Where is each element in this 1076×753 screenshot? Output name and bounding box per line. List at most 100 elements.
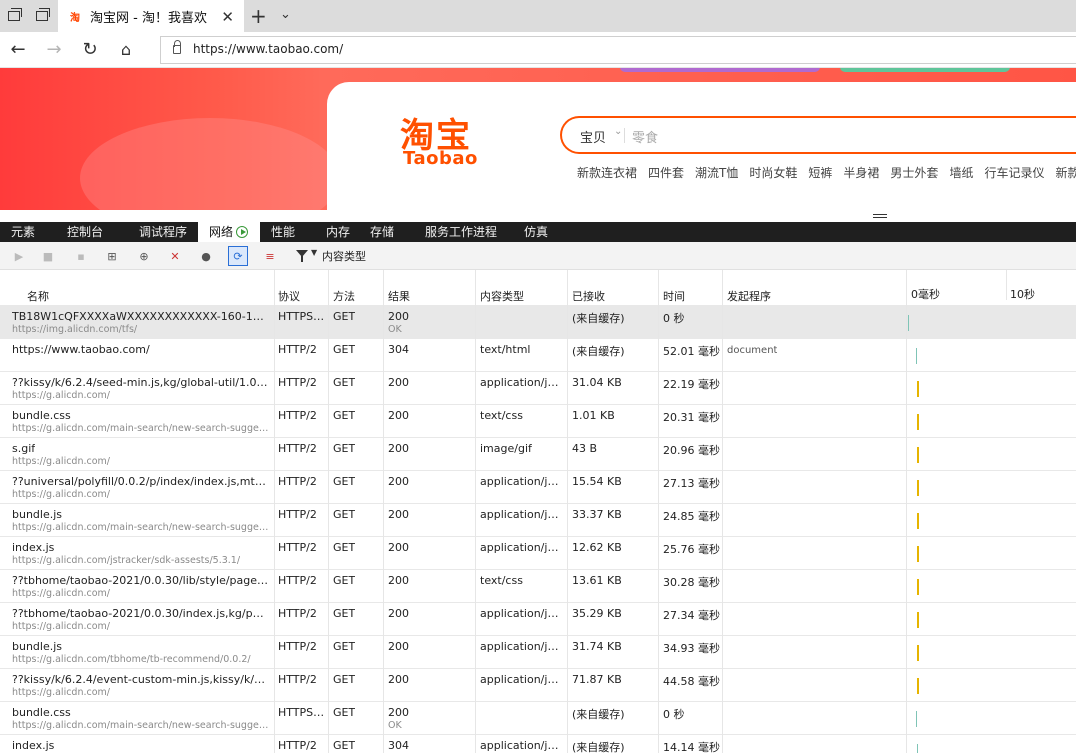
cell-content-type: text/html [480,343,531,356]
table-row[interactable]: ??kissy/k/6.2.4/seed-min.js,kg/global-ut… [0,371,1076,404]
cell-time: 52.01 毫秒 [663,345,720,358]
devtools-tab[interactable]: 性能 [260,222,315,242]
forward-icon[interactable]: → [42,38,66,62]
cell-received: 31.74 KB [572,640,622,653]
table-row[interactable]: ??universal/polyfill/0.0.2/p/index/index… [0,470,1076,503]
hotword-link[interactable]: 半身裙 [843,164,879,181]
cell-status: 200 [388,310,409,323]
devtools-tab[interactable]: 存储 [359,222,414,242]
col-initiator[interactable]: 发起程序 [727,288,771,304]
col-content-type[interactable]: 内容类型 [480,288,524,304]
address-bar[interactable]: https://www.taobao.com/ [160,36,1076,64]
stop-icon[interactable]: ■ [40,248,56,264]
table-row[interactable]: bundle.js HTTP/2 GET 200 application/java...… [0,635,1076,668]
cell-protocol: HTTP/2 [278,739,317,752]
filter-chevron-down-icon[interactable]: ▼ [311,248,317,257]
taobao-logo-en[interactable]: Taobao [403,148,478,169]
hotword-link[interactable]: 行车记录仪 [984,164,1044,181]
cell-method: GET [333,673,356,686]
search-box[interactable]: 宝贝 ⌄ 零食 [560,116,1076,154]
tab-actions-icon[interactable] [2,4,26,28]
devtools-tab[interactable]: 调试程序 [128,222,198,242]
cell-time: 30.28 毫秒 [663,576,720,589]
back-icon[interactable]: ← [6,38,30,62]
table-row[interactable]: ??tbhome/taobao-2021/0.0.30/index.js,kg/… [0,602,1076,635]
new-tab-icon[interactable]: + [250,4,267,28]
table-row[interactable]: index.js HTTP/2 GET 200 application/java... 1… [0,536,1076,569]
drag-handle-icon[interactable] [873,214,887,218]
devtools-tab[interactable]: 元素 [0,222,56,242]
cell-status: 200 [388,541,409,554]
devtools-tab[interactable]: 服务工作进程 [414,222,513,242]
clear-on-navigate-icon[interactable]: ≡ [262,248,278,264]
tab-restore-icon[interactable] [30,4,54,28]
cell-protocol: HTTPS/... [278,310,326,323]
cell-content-type: application/java... [480,673,564,686]
hotword-link[interactable]: 男士外套 [890,164,938,181]
cell-status: 200 [388,409,409,422]
col-protocol[interactable]: 协议 [278,288,300,304]
devtools-tab[interactable]: 仿真 [513,222,573,242]
search-input[interactable]: 零食 [632,127,658,146]
table-row[interactable]: bundle.css HTTP/2 GET 200 text/css 1.01 KB 20.… [0,404,1076,437]
col-time[interactable]: 时间 [663,288,685,304]
devtools-tab[interactable]: 网络 [198,222,260,242]
clear-entries-icon[interactable]: ✕ [167,248,183,264]
table-row[interactable]: ??kissy/k/6.2.4/event-custom-min.js,kiss… [0,668,1076,701]
cell-name: https://www.taobao.com/ [12,343,150,356]
cell-status: 200 [388,574,409,587]
save-icon[interactable]: ▪ [73,248,89,264]
clear-cache-icon[interactable]: ● [198,248,214,264]
col-name[interactable]: 名称 [27,288,49,304]
tab-close-icon[interactable]: ✕ [221,8,234,26]
hotword-link[interactable]: 新款男鞋 [1055,164,1076,181]
play-icon[interactable]: ▶ [11,248,27,264]
refresh-icon[interactable]: ↻ [78,38,102,62]
hotword-link[interactable]: 墙纸 [949,164,973,181]
cell-received: (来自缓存) [572,741,625,753]
cell-content-type: application/java... [480,640,564,653]
table-row[interactable]: https://www.taobao.com/HTTP/2 GET 304 text/… [0,338,1076,371]
col-waterfall-10[interactable]: 10秒 [1010,286,1035,302]
table-row[interactable]: TB18W1cQFXXXXaWXXXXXXXXXXXX-160-160.png_… [0,305,1076,338]
table-row[interactable]: bundle.js HTTP/2 GET 200 application/java...… [0,503,1076,536]
col-result[interactable]: 结果 [388,288,410,304]
cell-content-type: image/gif [480,442,532,455]
export-har-icon[interactable]: ⊞ [104,248,120,264]
table-row[interactable]: s.gif HTTP/2 GET 200 image/gif 43 B 20.96 毫秒 ht… [0,437,1076,470]
col-method[interactable]: 方法 [333,288,355,304]
devtools-tab[interactable]: 控制台 [56,222,128,242]
home-icon[interactable]: ⌂ [114,38,138,62]
url-text: https://www.taobao.com/ [193,42,344,56]
search-category[interactable]: 宝贝 [580,127,606,146]
hotword-link[interactable]: 四件套 [648,164,684,181]
hotword-link[interactable]: 新款连衣裙 [577,164,637,181]
import-har-icon[interactable]: ⊕ [136,248,152,264]
col-waterfall-0[interactable]: 0毫秒 [911,286,940,302]
col-received[interactable]: 已接收 [572,288,605,304]
table-row[interactable]: bundle.css HTTPS/... GET 200 (来自缓存) 0 秒 https:… [0,701,1076,734]
filter-icon[interactable] [296,250,308,262]
always-refresh-icon[interactable]: ⟳ [228,246,248,266]
cell-protocol: HTTP/2 [278,673,317,686]
devtools-tab[interactable]: 内存 [315,222,359,242]
tab-list-chevron-icon[interactable]: ⌄ [280,7,291,22]
table-row[interactable]: ??tbhome/taobao-2021/0.0.30/lib/style/pa… [0,569,1076,602]
cell-protocol: HTTP/2 [278,607,317,620]
waterfall-bar [917,579,919,595]
cell-domain: https://g.alicdn.com/tbhome/tb-recommend… [12,654,251,665]
hotword-link[interactable]: 时尚女鞋 [749,164,797,181]
table-row[interactable]: index.js HTTP/2 GET 304 application/java... (… [0,734,1076,753]
cell-status-text: OK [388,720,402,731]
hotword-link[interactable]: 潮流T恤 [695,164,738,181]
devtools-tab-label: 存储 [370,225,395,239]
filter-content-type[interactable]: 内容类型 [322,248,366,264]
browser-tab-taobao[interactable]: 淘 淘宝网 - 淘！我喜欢 ✕ [58,0,244,32]
devtools-splitter[interactable] [0,210,1076,222]
cell-protocol: HTTP/2 [278,541,317,554]
hotword-link[interactable]: 短裤 [808,164,832,181]
cell-protocol: HTTP/2 [278,442,317,455]
cell-name: TB18W1cQFXXXXaWXXXXXXXXXXXX-160-160.png_… [12,310,270,323]
chevron-down-icon[interactable]: ⌄ [614,126,622,137]
cell-domain: https://g.alicdn.com/ [12,621,110,632]
